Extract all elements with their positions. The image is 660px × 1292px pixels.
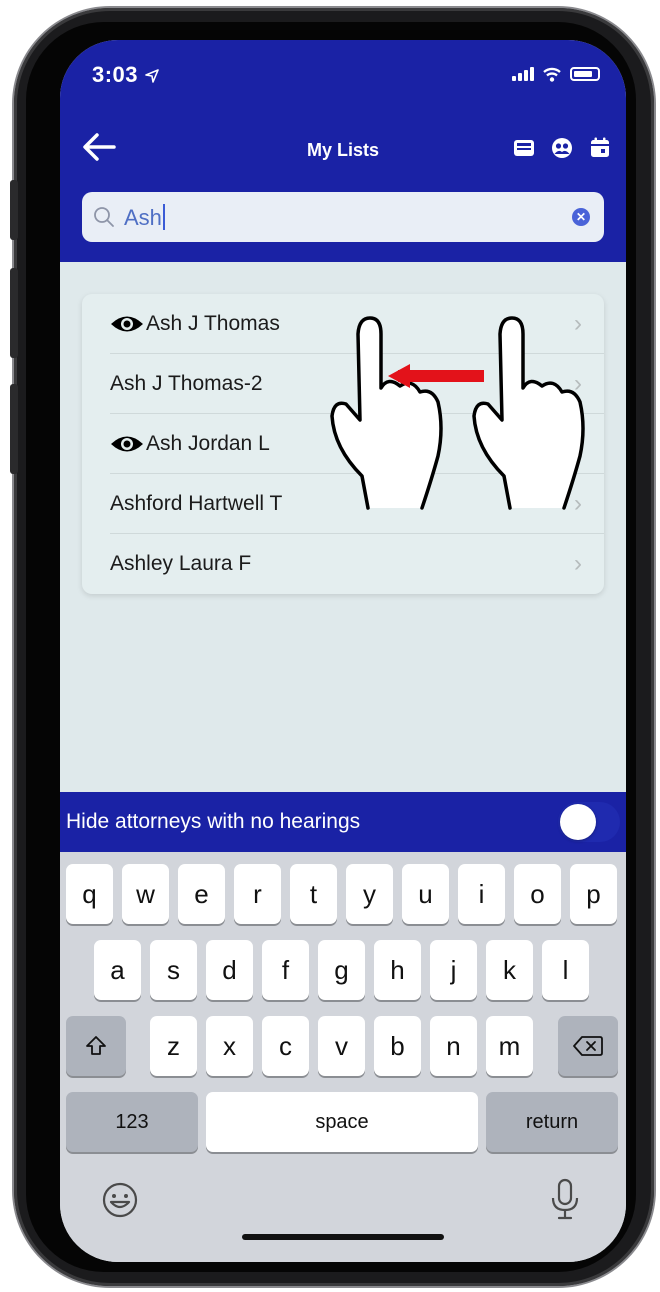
key-h[interactable]: h xyxy=(374,940,421,1000)
swipe-left-gesture-icon xyxy=(330,316,585,510)
key-t[interactable]: t xyxy=(290,864,337,924)
app-screen: 3:03 My Lists Ash ✕ Ash J Thomas › Ash J… xyxy=(60,40,626,1262)
search-icon xyxy=(94,207,114,227)
key-w[interactable]: w xyxy=(122,864,169,924)
list-item-content: Ash J Thomas-2 xyxy=(110,372,263,396)
list-item-content: Ash Jordan L xyxy=(110,432,270,456)
key-e[interactable]: e xyxy=(178,864,225,924)
volume-up-button xyxy=(10,268,18,358)
key-v[interactable]: v xyxy=(318,1016,365,1076)
battery-icon xyxy=(570,67,600,81)
list-item-label: Ash J Thomas xyxy=(146,312,280,335)
key-g[interactable]: g xyxy=(318,940,365,1000)
volume-down-button xyxy=(10,384,18,474)
key-o[interactable]: o xyxy=(514,864,561,924)
list-item-label: Ash Jordan L xyxy=(146,432,270,455)
key-m[interactable]: m xyxy=(486,1016,533,1076)
clear-search-icon[interactable]: ✕ xyxy=(572,208,590,226)
microphone-icon[interactable] xyxy=(550,1178,580,1220)
space-key[interactable]: space xyxy=(206,1092,478,1152)
search-input[interactable]: Ash ✕ xyxy=(82,192,604,242)
cellular-signal-icon xyxy=(512,67,534,81)
eye-icon xyxy=(111,436,143,452)
chevron-right-icon: › xyxy=(574,550,582,577)
key-k[interactable]: k xyxy=(486,940,533,1000)
key-y[interactable]: y xyxy=(346,864,393,924)
emoji-icon[interactable] xyxy=(100,1180,140,1220)
toggle-label: Hide attorneys with no hearings xyxy=(66,810,361,833)
list-item-label: Ashley Laura F xyxy=(110,552,252,575)
header-actions xyxy=(512,136,612,160)
status-time: 3:03 xyxy=(92,62,159,88)
search-field-text[interactable]: Ash xyxy=(124,204,165,231)
key-p[interactable]: p xyxy=(570,864,617,924)
numbers-key[interactable]: 123 xyxy=(66,1092,198,1152)
location-arrow-icon xyxy=(144,69,159,83)
backspace-icon xyxy=(573,1036,603,1056)
header: 3:03 My Lists Ash ✕ xyxy=(60,40,626,262)
list-item[interactable]: Ashley Laura F › xyxy=(110,534,604,594)
key-n[interactable]: n xyxy=(430,1016,477,1076)
key-j[interactable]: j xyxy=(430,940,477,1000)
group-people-icon[interactable] xyxy=(550,136,574,160)
home-indicator xyxy=(242,1234,444,1240)
key-c[interactable]: c xyxy=(262,1016,309,1076)
hide-attorneys-toggle[interactable] xyxy=(558,802,620,842)
mute-switch xyxy=(10,180,18,240)
key-b[interactable]: b xyxy=(374,1016,421,1076)
delete-key[interactable] xyxy=(558,1016,618,1076)
key-f[interactable]: f xyxy=(262,940,309,1000)
list-item-content: Ashford Hartwell T xyxy=(110,492,282,516)
key-z[interactable]: z xyxy=(150,1016,197,1076)
shift-arrow-icon xyxy=(86,1036,106,1055)
key-q[interactable]: q xyxy=(66,864,113,924)
key-a[interactable]: a xyxy=(94,940,141,1000)
wifi-icon xyxy=(543,67,561,82)
toggle-knob xyxy=(560,804,596,840)
list-item-label: Ash J Thomas-2 xyxy=(110,372,263,395)
shift-key[interactable] xyxy=(66,1016,126,1076)
list-item-content: Ash J Thomas xyxy=(110,312,280,336)
calendar-icon[interactable] xyxy=(588,136,612,160)
hide-attorneys-toggle-row: Hide attorneys with no hearings xyxy=(60,792,626,852)
list-item-content: Ashley Laura F xyxy=(110,552,251,576)
key-i[interactable]: i xyxy=(458,864,505,924)
key-r[interactable]: r xyxy=(234,864,281,924)
status-indicators xyxy=(512,66,600,82)
key-d[interactable]: d xyxy=(206,940,253,1000)
inbox-tray-icon[interactable] xyxy=(512,136,536,160)
key-l[interactable]: l xyxy=(542,940,589,1000)
return-key[interactable]: return xyxy=(486,1092,618,1152)
keyboard: q w e r t y u i o p a s d f g h j k l z … xyxy=(60,852,626,1262)
text-caret xyxy=(162,204,165,230)
key-x[interactable]: x xyxy=(206,1016,253,1076)
eye-icon xyxy=(111,316,143,332)
key-s[interactable]: s xyxy=(150,940,197,1000)
list-item-label: Ashford Hartwell T xyxy=(110,492,283,515)
key-u[interactable]: u xyxy=(402,864,449,924)
